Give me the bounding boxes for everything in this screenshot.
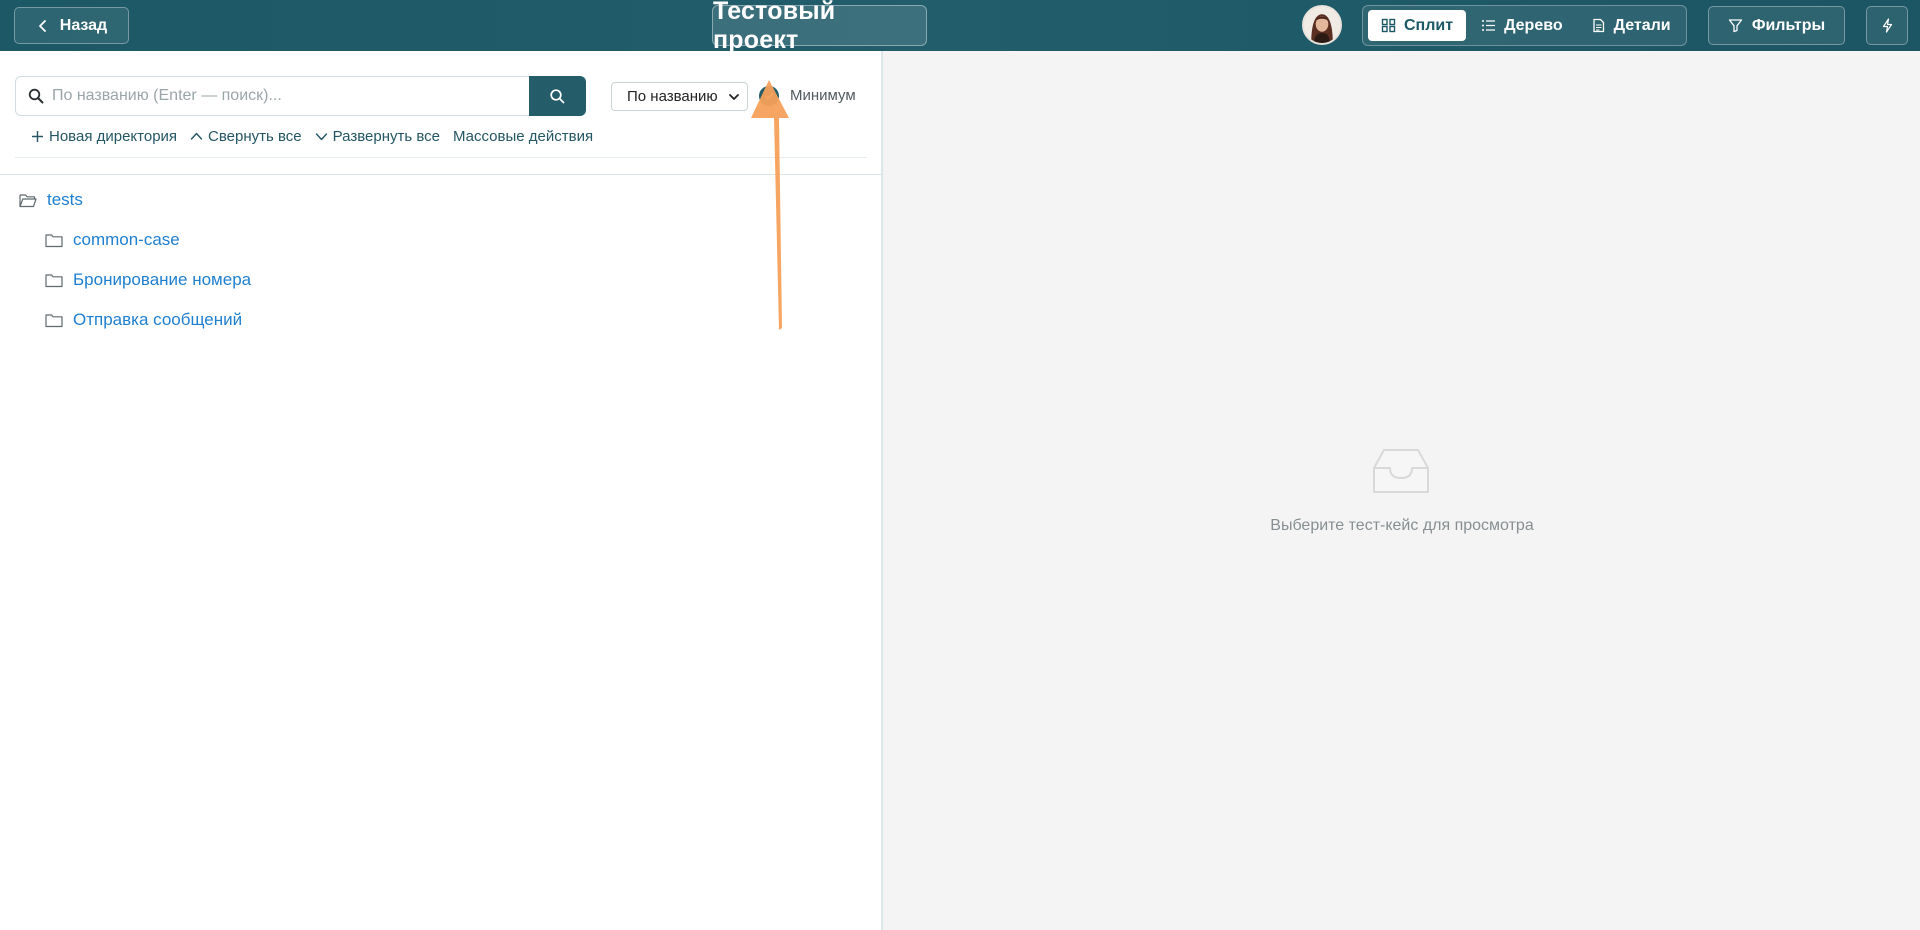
filters-label: Фильтры [1751,16,1826,34]
avatar[interactable] [1302,5,1342,45]
new-directory-button[interactable]: Новая директория [31,128,177,145]
lightning-icon [1882,18,1892,33]
tree-toolbar: По названию Минимум Новая директория Све… [0,51,882,175]
user-avatar-icon [1304,7,1340,43]
view-tree-label: Дерево [1504,16,1563,34]
inbox-icon [1373,449,1429,493]
search-input[interactable] [52,87,512,105]
chevron-left-icon [38,19,46,32]
filters-button[interactable]: Фильтры [1708,6,1845,45]
tree-node-label: Бронирование номера [73,270,252,289]
collapse-all-button[interactable]: Свернуть все [190,128,302,145]
tree-node-label: Отправка сообщений [73,310,243,329]
collapse-all-label: Свернуть все [208,128,302,145]
view-tree-button[interactable]: Дерево [1468,10,1576,41]
search-icon [550,88,565,103]
file-icon [1592,18,1604,33]
tree-panel: По названию Минимум Новая директория Све… [0,51,882,930]
minimum-checkbox[interactable] [759,86,779,106]
chevron-down-icon [315,133,327,141]
folder-open-icon [19,193,37,207]
view-details-label: Детали [1613,16,1671,34]
view-details-button[interactable]: Детали [1578,10,1684,41]
view-mode-switcher: Сплит Дерево Детали [1362,5,1687,46]
search-icon [28,88,44,104]
tree-node-child[interactable]: Отправка сообщений [45,310,242,330]
back-button[interactable]: Назад [14,7,129,44]
empty-state-text: Выберите тест-кейс для просмотра [1270,517,1534,534]
tree-node-child[interactable]: Бронирование номера [45,270,251,290]
bulk-actions-label: Массовые действия [452,128,594,145]
app-header: Назад Тестовый проект Сплит Дерево Детал… [0,0,1920,54]
detail-panel: Выберите тест-кейс для просмотра [882,51,1920,930]
sort-selected-value: По названию [627,88,718,105]
list-icon [1482,20,1496,31]
folder-icon [45,313,63,327]
check-icon [764,92,774,100]
project-title-box: Тестовый проект [712,0,927,54]
plus-icon [32,131,43,142]
minimum-label[interactable]: Минимум [790,87,856,104]
search-box [15,76,530,116]
page-title: Тестовый проект [713,0,836,54]
toolbar-divider [15,157,867,158]
view-split-button[interactable]: Сплит [1368,10,1467,41]
quick-action-button[interactable] [1866,6,1908,45]
sort-select[interactable]: По названию [611,82,748,111]
tree-node-label: tests [47,190,83,209]
tree-actions: Новая директория Свернуть все Развернуть… [31,128,606,145]
expand-all-button[interactable]: Развернуть все [315,128,440,145]
back-label: Назад [59,16,108,34]
bulk-actions-button[interactable]: Массовые действия [453,128,593,145]
tree-node-child[interactable]: common-case [45,230,180,250]
folder-icon [45,233,63,247]
view-split-label: Сплит [1404,16,1454,34]
split-icon [1381,18,1396,33]
filter-icon [1728,19,1742,33]
tree-node-label: common-case [73,230,180,249]
search-button[interactable] [529,76,586,116]
chevron-down-icon [728,93,739,100]
expand-all-label: Развернуть все [332,128,440,145]
tree-node-root[interactable]: tests [19,190,83,210]
new-directory-label: Новая директория [49,128,178,145]
chevron-up-icon [190,132,203,140]
folder-icon [45,273,63,287]
